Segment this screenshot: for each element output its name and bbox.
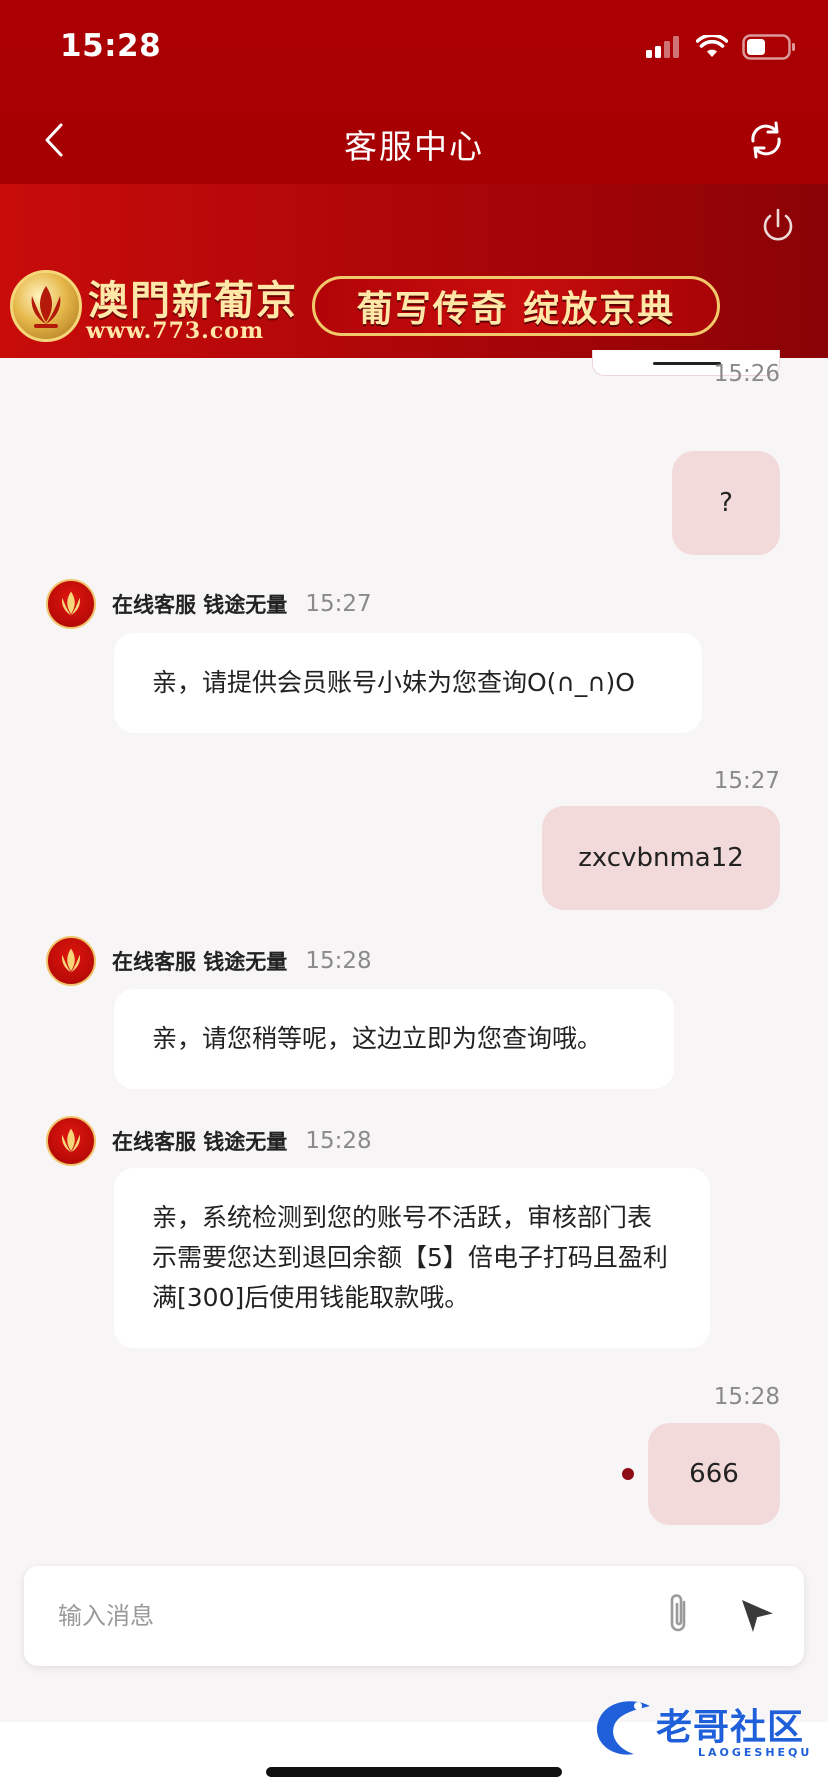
agent-avatar: [46, 579, 96, 629]
agent-avatar: [46, 1116, 96, 1166]
status-icons: [646, 33, 796, 64]
header-area: 15:28 客服中心 澳門新葡京 www.773.com 葡写传奇 绽放京典: [0, 0, 828, 358]
watermark-subtext: LAOGESHEQU: [698, 1746, 813, 1759]
refresh-button[interactable]: [742, 118, 790, 166]
user-message-bubble[interactable]: 666: [648, 1423, 780, 1525]
refresh-icon: [746, 120, 786, 164]
agent-header: 在线客服 钱途无量 15:28: [46, 936, 372, 986]
user-message-bubble[interactable]: ?: [672, 451, 780, 555]
brand-logo: [10, 270, 82, 342]
agent-name: 在线客服 钱途无量: [112, 593, 288, 617]
agent-header: 在线客服 钱途无量 15:28: [46, 1116, 372, 1166]
watermark: 老哥社区 LAOGESHEQU: [590, 1690, 814, 1764]
message-timestamp: 15:27: [305, 591, 372, 617]
status-time: 15:28: [60, 28, 162, 64]
message-timestamp: 15:28: [713, 1384, 780, 1410]
agent-header: 在线客服 钱途无量 15:27: [46, 579, 372, 629]
signal-icon: [646, 36, 682, 62]
home-indicator[interactable]: [266, 1767, 562, 1777]
watermark-text: 老哥社区: [656, 1707, 805, 1748]
banner-url: www.773.com: [86, 318, 265, 344]
dragon-logo-icon: [596, 1701, 650, 1755]
attach-button[interactable]: [654, 1590, 704, 1642]
agent-name: 在线客服 钱途无量: [112, 1130, 288, 1154]
banner-slogan: 葡写传奇 绽放京典: [312, 276, 720, 336]
user-message-bubble[interactable]: zxcvbnma12: [542, 806, 780, 910]
message-status-indicator: [622, 1468, 634, 1480]
battery-icon: [742, 34, 796, 64]
message-timestamp: 15:26: [713, 361, 780, 387]
promo-banner[interactable]: 澳門新葡京 www.773.com 葡写传奇 绽放京典: [0, 184, 828, 358]
message-composer: [24, 1566, 804, 1666]
agent-message-bubble[interactable]: 亲，请您稍等呢，这边立即为您查询哦。: [114, 989, 674, 1089]
message-timestamp: 15:28: [305, 1128, 372, 1154]
power-icon: [758, 208, 798, 250]
wifi-icon: [695, 33, 729, 63]
send-icon: [739, 1596, 777, 1638]
divider: [653, 362, 721, 365]
nav-bar: 客服中心: [0, 100, 828, 184]
message-timestamp: 15:27: [713, 768, 780, 794]
agent-name: 在线客服 钱途无量: [112, 950, 288, 974]
status-bar: 15:28: [0, 0, 828, 100]
agent-message-bubble[interactable]: 亲，请提供会员账号小妹为您查询O(∩_∩)O: [114, 633, 702, 733]
chat-area[interactable]: 15:26 ? 在线客服 钱途无量 15:27 亲，请提供会员账号小妹为您查询O…: [0, 350, 828, 1558]
power-button[interactable]: [758, 206, 798, 246]
paperclip-icon: [662, 1592, 696, 1640]
send-button[interactable]: [732, 1592, 784, 1642]
agent-avatar: [46, 936, 96, 986]
agent-message-bubble[interactable]: 亲，系统检测到您的账号不活跃，审核部门表示需要您达到退回余额【5】倍电子打码且盈…: [114, 1168, 710, 1348]
message-input[interactable]: [58, 1594, 618, 1638]
message-timestamp: 15:28: [305, 948, 372, 974]
page-title: 客服中心: [344, 127, 484, 166]
